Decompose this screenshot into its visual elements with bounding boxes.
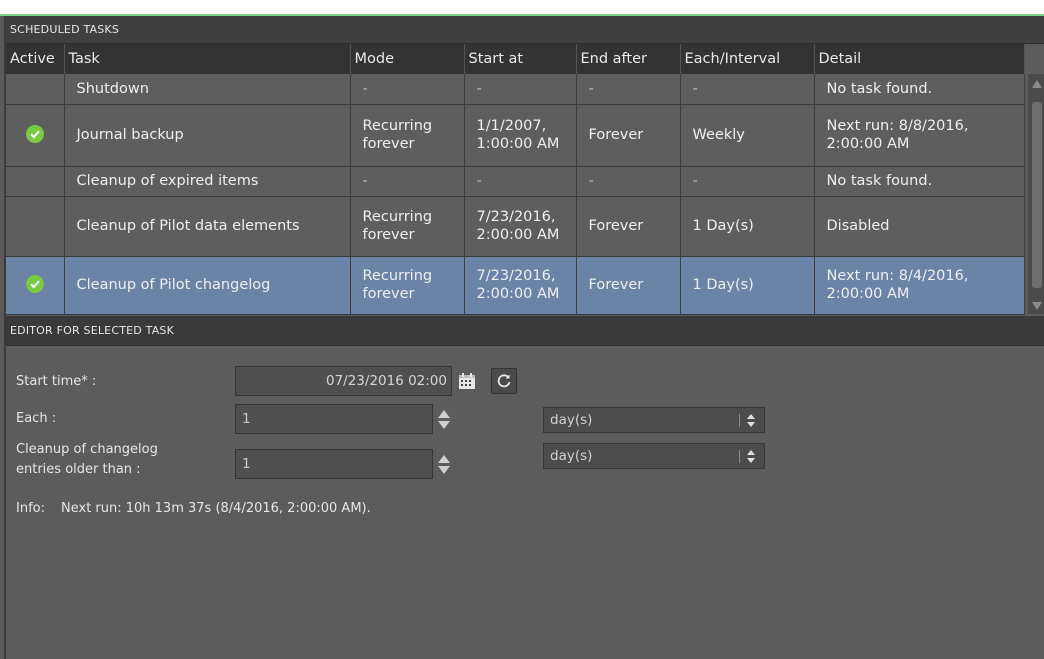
end-cell: - <box>576 74 681 105</box>
scheduled-tasks-panel: SCHEDULED TASKS Active Task Mode Start a… <box>4 16 1044 659</box>
interval-cell: Weekly <box>680 104 815 167</box>
end-cell: Forever <box>576 104 681 167</box>
active-cell <box>6 196 65 257</box>
column-header-active[interactable]: Active <box>6 44 65 74</box>
info-label: Info: <box>16 501 45 516</box>
mode-cell: - <box>350 166 465 197</box>
mode-cell: - <box>350 74 465 105</box>
cleanup-label-line1: Cleanup of changelog <box>16 442 158 457</box>
detail-cell: Disabled <box>814 196 1025 257</box>
column-header-interval[interactable]: Each/Interval <box>680 44 815 74</box>
check-circle-icon <box>25 275 44 293</box>
each-input[interactable]: 1 <box>235 404 433 434</box>
table-row-selected[interactable]: Cleanup of Pilot changelog Recurring for… <box>6 256 1025 315</box>
active-cell <box>6 74 65 105</box>
window-top-edge <box>0 0 1044 16</box>
task-cell: Cleanup of Pilot data elements <box>64 196 351 257</box>
detail-cell: No task found. <box>814 166 1025 197</box>
check-circle-icon <box>25 125 44 143</box>
info-text: Next run: 10h 13m 37s (8/4/2016, 2:00:00… <box>61 501 371 516</box>
start-time-input[interactable]: 07/23/2016 02:00 <box>235 366 452 396</box>
each-stepper[interactable] <box>438 408 450 432</box>
column-header-task[interactable]: Task <box>64 44 351 74</box>
interval-cell: 1 Day(s) <box>680 256 815 315</box>
calendar-icon[interactable] <box>454 368 480 394</box>
active-cell <box>6 166 65 197</box>
refresh-icon[interactable] <box>491 368 517 394</box>
start-time-label: Start time* : <box>16 374 97 389</box>
start-cell: 7/23/2016, 2:00:00 AM <box>464 196 577 257</box>
task-editor: Start time* : 07/23/2016 02:00 Each : 1 <box>6 346 1044 659</box>
select-separator <box>739 414 740 427</box>
table-row[interactable]: Shutdown - - - - No task found. <box>6 74 1025 105</box>
column-header-detail[interactable]: Detail <box>814 44 1025 74</box>
mode-cell: Recurring forever <box>350 196 465 257</box>
select-arrows-icon <box>747 450 755 464</box>
detail-cell: Next run: 8/8/2016, 2:00:00 AM <box>814 104 1025 167</box>
end-cell: - <box>576 166 681 197</box>
each-unit-select[interactable]: day(s) <box>543 407 765 433</box>
task-cell: Journal backup <box>64 104 351 167</box>
each-unit-value: day(s) <box>550 412 593 428</box>
end-cell: Forever <box>576 196 681 257</box>
cleanup-unit-value: day(s) <box>550 448 593 464</box>
start-cell: 1/1/2007, 1:00:00 AM <box>464 104 577 167</box>
start-cell: 7/23/2016, 2:00:00 AM <box>464 256 577 315</box>
interval-cell: - <box>680 74 815 105</box>
cleanup-stepper[interactable] <box>438 453 450 477</box>
detail-cell: Next run: 8/4/2016, 2:00:00 AM <box>814 256 1025 315</box>
editor-header: EDITOR FOR SELECTED TASK <box>6 316 1044 346</box>
tasks-table-wrap: Active Task Mode Start at End after Each… <box>6 44 1044 316</box>
detail-cell: No task found. <box>814 74 1025 105</box>
cleanup-input[interactable]: 1 <box>235 449 433 479</box>
column-header-start-at[interactable]: Start at <box>464 44 577 74</box>
column-header-mode[interactable]: Mode <box>350 44 465 74</box>
scroll-down-icon[interactable] <box>1032 302 1042 310</box>
cleanup-unit-select[interactable]: day(s) <box>543 443 765 469</box>
each-label: Each : <box>16 411 57 426</box>
select-arrows-icon <box>747 414 755 428</box>
select-separator <box>739 450 740 463</box>
decrement-icon[interactable] <box>438 466 450 474</box>
table-scrollbar[interactable] <box>1028 74 1044 314</box>
increment-icon[interactable] <box>438 455 450 463</box>
scroll-thumb[interactable] <box>1032 102 1042 288</box>
start-cell: - <box>464 166 577 197</box>
mode-cell: Recurring forever <box>350 104 465 167</box>
active-cell <box>6 104 65 167</box>
end-cell: Forever <box>576 256 681 315</box>
task-cell: Cleanup of Pilot changelog <box>64 256 351 315</box>
interval-cell: 1 Day(s) <box>680 196 815 257</box>
task-cell: Cleanup of expired items <box>64 166 351 197</box>
table-header-row: Active Task Mode Start at End after Each… <box>6 44 1025 74</box>
active-cell <box>6 256 65 315</box>
cleanup-label-line2: entries older than : <box>16 462 141 477</box>
table-row[interactable]: Cleanup of expired items - - - - No task… <box>6 166 1025 197</box>
scheduled-tasks-header: SCHEDULED TASKS <box>6 16 1044 44</box>
interval-cell: - <box>680 166 815 197</box>
task-cell: Shutdown <box>64 74 351 105</box>
increment-icon[interactable] <box>438 410 450 418</box>
table-row[interactable]: Journal backup Recurring forever 1/1/200… <box>6 104 1025 167</box>
table-row[interactable]: Cleanup of Pilot data elements Recurring… <box>6 196 1025 257</box>
decrement-icon[interactable] <box>438 421 450 429</box>
tasks-table: Active Task Mode Start at End after Each… <box>6 44 1025 315</box>
scroll-up-icon[interactable] <box>1032 80 1042 88</box>
mode-cell: Recurring forever <box>350 256 465 315</box>
start-cell: - <box>464 74 577 105</box>
column-header-end-after[interactable]: End after <box>576 44 681 74</box>
